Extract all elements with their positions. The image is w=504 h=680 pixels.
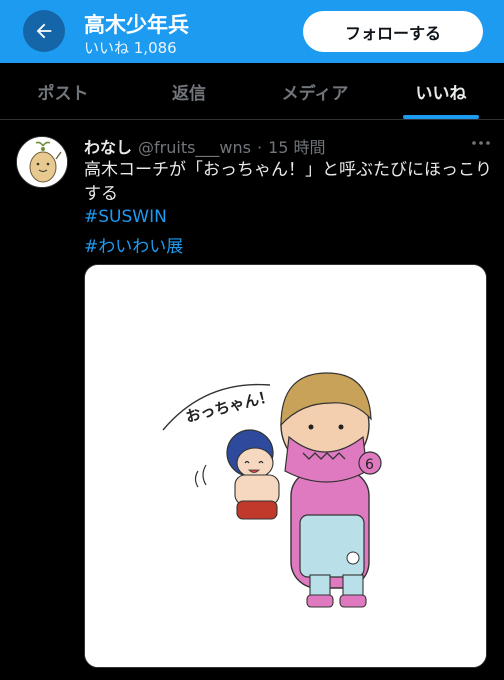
avatar-illustration bbox=[17, 137, 67, 187]
tab-label: メディア bbox=[281, 83, 349, 104]
meta-separator: · bbox=[256, 138, 263, 157]
svg-text:6: 6 bbox=[365, 457, 374, 473]
active-tab-indicator bbox=[403, 115, 479, 119]
tab-media[interactable]: メディア bbox=[252, 63, 378, 119]
post-text: 高木コーチが「おっちゃん！」と呼ぶたびにほっこりする bbox=[84, 160, 492, 204]
tab-replies[interactable]: 返信 bbox=[126, 63, 252, 119]
post-image[interactable]: おっちゃん！ 6 bbox=[84, 264, 487, 668]
author-handle[interactable]: @fruits___wns bbox=[138, 138, 251, 157]
tab-label: いいね bbox=[415, 83, 467, 104]
tab-posts[interactable]: ポスト bbox=[0, 63, 126, 119]
post-meta: わなし @fruits___wns · 15 時間 bbox=[84, 134, 326, 158]
hashtag-link[interactable]: #SUSWIN bbox=[84, 207, 167, 227]
tab-label: 返信 bbox=[172, 83, 206, 104]
tab-label: ポスト bbox=[37, 83, 89, 104]
profile-tabs: ポスト 返信 メディア いいね bbox=[0, 63, 504, 120]
profile-header: 高木少年兵 いいね 1,086 フォローする bbox=[0, 0, 504, 63]
author-avatar[interactable] bbox=[16, 136, 68, 188]
illustration: おっちゃん！ 6 bbox=[85, 265, 486, 667]
likes-count: いいね 1,086 bbox=[84, 39, 177, 57]
profile-title: 高木少年兵 bbox=[84, 13, 189, 37]
tab-likes[interactable]: いいね bbox=[378, 63, 504, 119]
follow-button[interactable]: フォローする bbox=[303, 11, 483, 52]
hashtag-link[interactable]: #わいわい展 bbox=[84, 232, 183, 257]
arrow-left-icon bbox=[36, 23, 52, 39]
back-button[interactable] bbox=[23, 10, 65, 52]
more-horizontal-icon[interactable] bbox=[470, 134, 492, 152]
author-name[interactable]: わなし bbox=[84, 134, 132, 158]
post-timestamp[interactable]: 15 時間 bbox=[268, 134, 325, 158]
